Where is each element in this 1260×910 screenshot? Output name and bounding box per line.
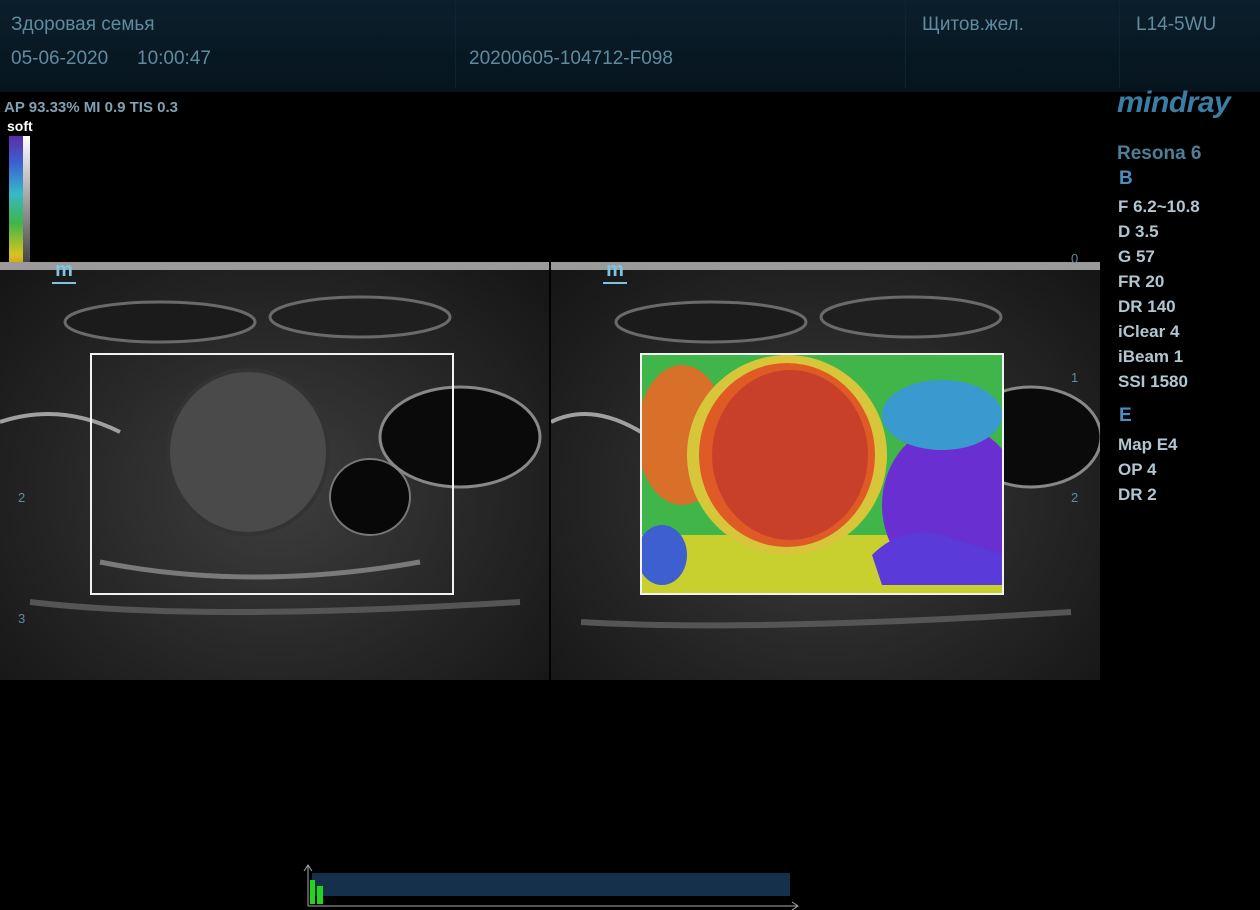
cine-timeline[interactable] [312, 873, 790, 896]
b-param: iBeam 1 [1118, 347, 1184, 366]
exam-type: Щитов.жел. [922, 14, 1024, 35]
depth-tick-right: 1 [1071, 370, 1079, 385]
e-param: Map E4 [1118, 435, 1178, 454]
b-mode-image[interactable]: m [0, 262, 549, 680]
b-mode-header: B [1119, 168, 1133, 189]
b-param: D 3.5 [1118, 222, 1159, 241]
depth-tick-left: 2 [18, 490, 26, 505]
exam-date: 05-06-2020 [11, 48, 109, 69]
header-divider [455, 0, 456, 88]
marker-m-icon: m [52, 262, 76, 284]
marker-m-icon: m [603, 262, 627, 284]
header-divider [1119, 0, 1120, 88]
mindray-logo: mindray [1117, 86, 1231, 119]
exam-time: 10:00:47 [137, 48, 211, 69]
device-model: Resona 6 [1117, 143, 1202, 164]
acoustic-output: AP 93.33% MI 0.9 TIS 0.3 [4, 99, 178, 116]
depth-tick-right: 0 [1071, 251, 1079, 266]
b-param: FR 20 [1118, 272, 1165, 291]
elastography-roi-box[interactable] [640, 353, 1004, 595]
header-divider [905, 0, 906, 88]
probe-name: L14-5WU [1136, 14, 1217, 35]
quality-indicator [317, 886, 323, 904]
depth-tick-left: 3 [18, 611, 26, 626]
b-param: F 6.2~10.8 [1118, 197, 1200, 216]
elastography-image[interactable]: m [551, 262, 1100, 680]
patient-name: Здоровая семья [11, 14, 155, 35]
depth-tick-right: 2 [1071, 490, 1079, 505]
e-param: OP 4 [1118, 460, 1157, 479]
roi-box[interactable] [90, 353, 454, 595]
header-bar: Здоровая семья 05-06-2020 10:00:47 20200… [0, 0, 1260, 92]
scale-soft-label: soft [7, 118, 33, 134]
e-mode-header: E [1119, 405, 1132, 426]
e-param: DR 2 [1118, 485, 1157, 504]
elastography-colormap [642, 355, 1002, 593]
b-param: SSI 1580 [1118, 372, 1188, 391]
b-param: DR 140 [1118, 297, 1176, 316]
quality-indicator [310, 880, 315, 904]
b-param: iClear 4 [1118, 322, 1180, 341]
study-id: 20200605-104712-F098 [469, 48, 673, 69]
b-param: G 57 [1118, 247, 1155, 266]
